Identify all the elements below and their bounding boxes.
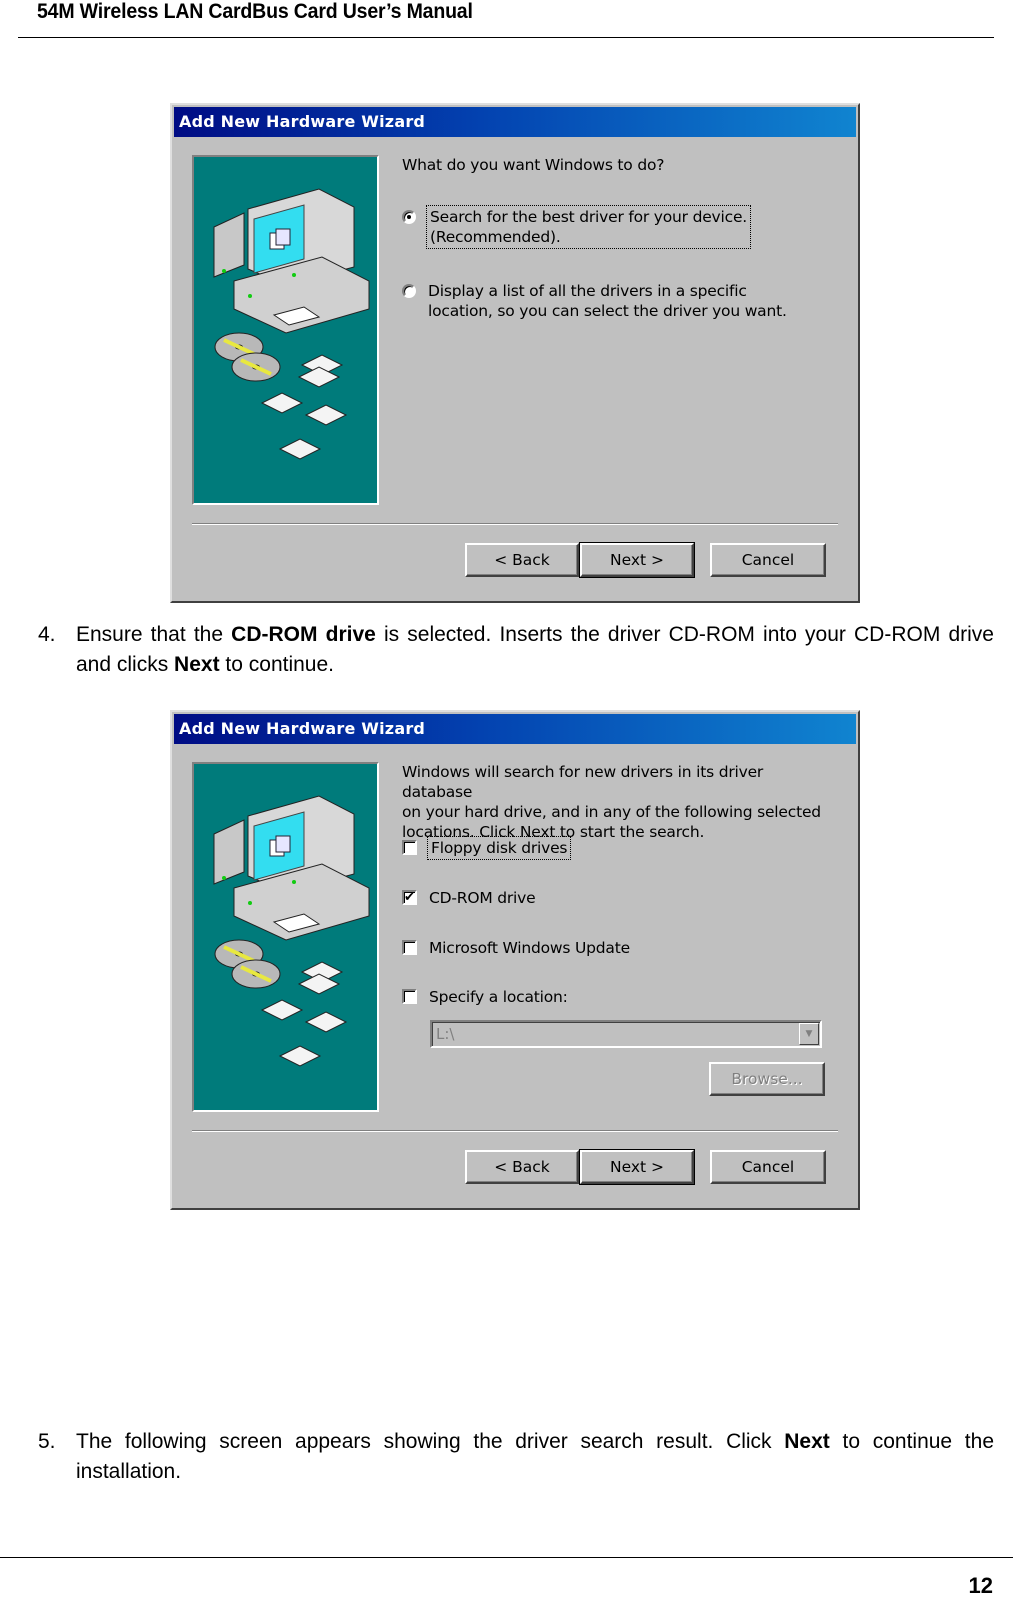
footer-rule	[0, 1557, 1013, 1558]
computer-icon	[213, 188, 370, 334]
location-value: L:\	[436, 1025, 455, 1043]
checkbox[interactable]	[402, 989, 417, 1004]
prompt-text: What do you want Windows to do?	[402, 156, 665, 174]
document-header-title: 54M Wireless LAN CardBus Card User’s Man…	[37, 0, 473, 23]
next-button[interactable]: Next >	[579, 542, 695, 578]
checkbox-label[interactable]: Microsoft Windows Update	[429, 938, 630, 958]
page-number: 12	[968, 1573, 993, 1598]
computer-and-disks-icon	[213, 188, 370, 460]
dialog-titlebar: Add New Hardware Wizard	[174, 107, 856, 137]
computer-and-disks-icon	[213, 795, 370, 1067]
wizard-illustration	[192, 155, 379, 505]
dialog-separator	[192, 523, 838, 525]
next-button[interactable]: Next >	[579, 1149, 695, 1185]
wizard-dialog-search-locations: Add New Hardware Wizard Windows will sea…	[170, 710, 860, 1210]
wizard-dialog-search-method: Add New Hardware Wizard What do you want…	[170, 103, 860, 603]
checkbox[interactable]	[402, 940, 417, 955]
header-rule	[18, 37, 994, 38]
checkbox-windows-update[interactable]: Microsoft Windows Update	[402, 938, 630, 958]
dialog-titlebar: Add New Hardware Wizard	[174, 714, 856, 744]
radio-label-line1: Search for the best driver for your devi…	[430, 208, 748, 226]
description-line: on your hard drive, and in any of the fo…	[402, 803, 821, 821]
radio-label-line2: (Recommended).	[430, 228, 561, 246]
radio-display-driver-list[interactable]: Display a list of all the drivers in a s…	[402, 281, 787, 321]
step-4: 4. Ensure that the CD-ROM drive is selec…	[38, 620, 994, 680]
radio-label-line1: Display a list of all the drivers in a s…	[428, 282, 747, 300]
checkbox-floppy-disk-drives[interactable]: Floppy disk drives	[402, 836, 572, 860]
back-button[interactable]: < Back	[465, 543, 579, 577]
checkbox-label[interactable]: CD-ROM drive	[429, 888, 536, 908]
step-text: Ensure that the CD-ROM drive is selected…	[76, 620, 994, 680]
checkbox[interactable]	[402, 840, 417, 855]
radio-label-line2: location, so you can select the driver y…	[428, 302, 787, 320]
dropdown-arrow-icon[interactable]: ▼	[799, 1023, 819, 1045]
radio-search-best-driver[interactable]: Search for the best driver for your devi…	[402, 205, 752, 249]
dialog-separator	[192, 1130, 838, 1132]
cd-icon	[214, 939, 281, 989]
wizard-illustration	[192, 762, 379, 1112]
step-text: The following screen appears showing the…	[76, 1427, 994, 1487]
browse-button[interactable]: Browse...	[709, 1062, 825, 1096]
cancel-button[interactable]: Cancel	[710, 543, 826, 577]
checkbox-checked[interactable]: ✔	[402, 890, 417, 905]
text: to continue.	[219, 653, 334, 676]
radio-button[interactable]	[402, 284, 416, 298]
checkbox-label[interactable]: Specify a location:	[429, 987, 568, 1007]
checkbox-label[interactable]: Floppy disk drives	[426, 836, 572, 860]
cd-icon	[214, 332, 281, 382]
text: The following screen appears showing the…	[76, 1430, 785, 1453]
computer-icon	[213, 795, 370, 941]
description-text: Windows will search for new drivers in i…	[402, 762, 838, 842]
radio-button-selected[interactable]	[402, 210, 416, 224]
back-button[interactable]: < Back	[465, 1150, 579, 1184]
radio-label[interactable]: Display a list of all the drivers in a s…	[428, 281, 787, 321]
step-5: 5. The following screen appears showing …	[38, 1427, 994, 1487]
text: Ensure that the	[76, 623, 232, 646]
cancel-button[interactable]: Cancel	[710, 1150, 826, 1184]
bold-text: Next	[784, 1430, 830, 1453]
checkbox-cd-rom-drive[interactable]: ✔ CD-ROM drive	[402, 888, 536, 908]
step-number: 4.	[38, 623, 56, 646]
radio-label[interactable]: Search for the best driver for your devi…	[425, 205, 752, 249]
description-line: Windows will search for new drivers in i…	[402, 763, 764, 801]
step-number: 5.	[38, 1430, 56, 1453]
bold-text: CD-ROM drive	[231, 623, 376, 646]
checkbox-specify-location[interactable]: Specify a location:	[402, 987, 568, 1007]
bold-text: Next	[174, 653, 220, 676]
location-combobox[interactable]: L:\ ▼	[430, 1020, 822, 1048]
